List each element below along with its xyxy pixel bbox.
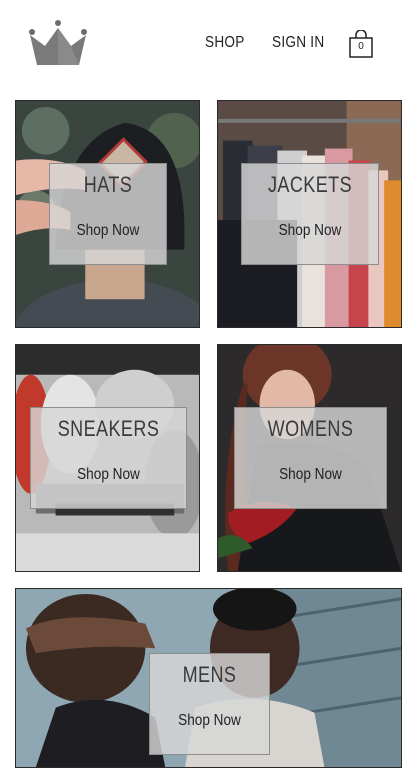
- category-title: MENS: [182, 662, 237, 687]
- category-title: SNEAKERS: [57, 416, 160, 441]
- category-overlay: JACKETS Shop Now: [241, 163, 379, 265]
- shop-now-button[interactable]: Shop Now: [59, 222, 158, 240]
- category-tile-mens[interactable]: MENS Shop Now: [15, 588, 402, 768]
- category-tile-jackets[interactable]: JACKETS Shop Now: [217, 100, 402, 328]
- nav-sign-in-link[interactable]: SIGN IN: [272, 34, 324, 52]
- category-title: HATS: [83, 172, 133, 197]
- category-overlay: WOMENS Shop Now: [234, 407, 387, 509]
- category-tile-hats[interactable]: HATS Shop Now: [15, 100, 200, 328]
- shop-now-button[interactable]: Shop Now: [159, 712, 260, 730]
- category-overlay: HATS Shop Now: [49, 163, 167, 265]
- shop-now-button[interactable]: Shop Now: [252, 222, 368, 240]
- shop-now-button[interactable]: Shop Now: [246, 466, 374, 484]
- nav-shop-link[interactable]: SHOP: [205, 34, 245, 52]
- category-overlay: SNEAKERS Shop Now: [30, 407, 187, 509]
- shop-now-button[interactable]: Shop Now: [43, 466, 175, 484]
- site-header: SHOP SIGN IN 0: [0, 0, 417, 90]
- category-title: WOMENS: [267, 416, 354, 441]
- category-title: JACKETS: [267, 172, 353, 197]
- category-tile-sneakers[interactable]: SNEAKERS Shop Now: [15, 344, 200, 572]
- category-overlay: MENS Shop Now: [149, 653, 270, 755]
- crown-logo-icon[interactable]: [28, 20, 88, 66]
- cart-button[interactable]: 0: [349, 29, 373, 58]
- cart-count: 0: [358, 41, 364, 52]
- category-tile-womens[interactable]: WOMENS Shop Now: [217, 344, 402, 572]
